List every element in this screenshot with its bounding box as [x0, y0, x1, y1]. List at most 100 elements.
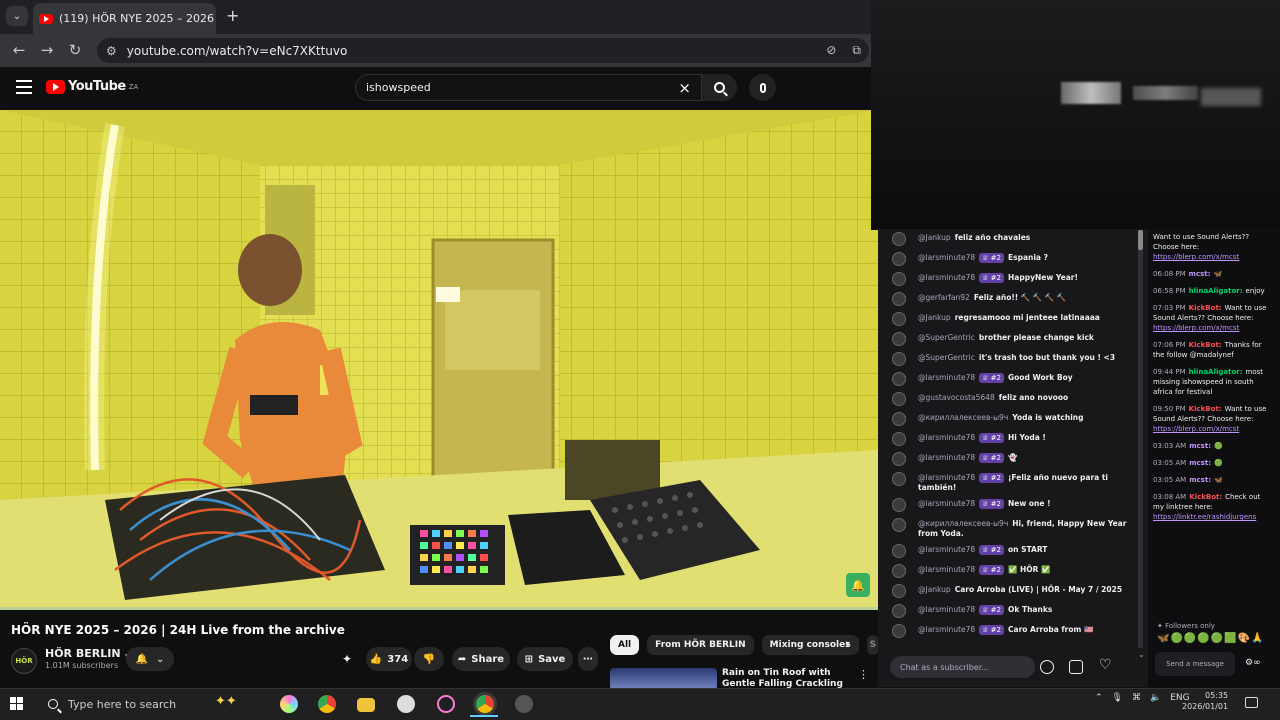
chat-avatar[interactable] [892, 624, 906, 638]
chip-from-channel[interactable]: From HÖR BERLIN [647, 635, 754, 655]
chat-username[interactable]: @Jankup [918, 585, 951, 594]
menu-icon[interactable] [16, 80, 32, 94]
chat-username[interactable]: @larsminute78 [918, 565, 975, 574]
chat-username[interactable]: @larsminute78 [918, 605, 975, 614]
video-player[interactable]: 🔔 [0, 110, 878, 610]
forward-arrow-icon[interactable]: → [37, 41, 57, 59]
like-button[interactable]: 👍 374 [366, 647, 412, 671]
chevron-right-icon[interactable]: › [845, 637, 850, 652]
chat-avatar[interactable] [892, 544, 906, 558]
search-button[interactable] [702, 74, 737, 101]
chat-message[interactable]: @larsminute78 ♕ #2 ✅ HÖR ✅ [878, 562, 1134, 582]
emote-bar[interactable]: 🦋🟢🟢🟢🟢🟩🎨🙏 [1157, 633, 1265, 644]
open-in-window-icon[interactable]: ⧉ [852, 43, 861, 58]
kick-chat-message[interactable]: 07:03 PM KickBot: Want to use Sound Alerts… [1153, 303, 1273, 333]
chat-message[interactable]: @gerfarfan92 Feliz año!! 🔨 🔨 🔨 🔨 [878, 290, 1134, 310]
chat-avatar[interactable] [892, 392, 906, 406]
chat-message[interactable]: @SuperGentric it's trash too but thank yo… [878, 350, 1134, 370]
send-message-input[interactable]: Send a message [1155, 652, 1235, 676]
reload-icon[interactable]: ↻ [65, 41, 85, 59]
kick-username[interactable]: KickBot: [1189, 493, 1222, 501]
chat-avatar[interactable] [892, 432, 906, 446]
dislike-button[interactable]: 👎 [414, 647, 444, 671]
chat-message[interactable]: @кириллалексеев-ы9ч Hi, friend, Happy New… [878, 516, 1134, 542]
emoji-icon[interactable] [1040, 660, 1054, 674]
address-bar[interactable]: ⚙ youtube.com/watch?v=eNc7XKttuvo ⊘ ⧉ [97, 38, 869, 63]
save-button[interactable]: ⊞ Save [517, 647, 573, 671]
more-actions-button[interactable]: ⋯ [578, 647, 598, 671]
kick-username[interactable]: KickBot: [1189, 341, 1222, 349]
kick-chat-message[interactable]: Want to use Sound Alerts?? Choose here: h… [1153, 232, 1273, 262]
recommended-video-thumbnail[interactable] [610, 668, 717, 690]
chat-username[interactable]: @gerfarfan92 [918, 293, 970, 302]
channel-name[interactable]: HÖR BERLIN ✔ [45, 647, 131, 660]
kick-chat-message[interactable]: 03:08 AM KickBot: Check out my linktree he… [1153, 492, 1273, 522]
bell-notification-icon[interactable]: 🔔 [846, 573, 870, 597]
chat-message[interactable]: @larsminute78 ♕ #2 Hi Yoda ! [878, 430, 1134, 450]
kick-chat-list[interactable]: Want to use Sound Alerts?? Choose here: h… [1153, 232, 1273, 622]
scroll-down-icon[interactable]: ⌄ [1138, 650, 1145, 659]
chat-message[interactable]: @larsminute78 ♕ #2 New one ! [878, 496, 1134, 516]
back-arrow-icon[interactable]: ← [9, 41, 29, 59]
chat-avatar[interactable] [892, 564, 906, 578]
chat-message-list[interactable]: @Jankup feliz año chavales @larsminute78 ♕ … [878, 230, 1134, 646]
chat-message[interactable]: @SuperGentric brother please change kick [878, 330, 1134, 350]
chat-scrollbar-thumb[interactable] [1138, 230, 1143, 250]
kick-username[interactable]: hlinaAligator: [1189, 287, 1243, 295]
chat-message[interactable]: @larsminute78 ♕ #2 Ok Thanks [878, 602, 1134, 622]
puzzle-icon[interactable]: ✦ [342, 652, 352, 666]
more-vertical-icon[interactable]: ⋮ [858, 668, 869, 681]
file-explorer-icon[interactable] [357, 698, 375, 712]
kick-chat-message[interactable]: 07:06 PM KickBot: Thanks for the follow @m… [1153, 340, 1273, 360]
taskbar-search-input[interactable]: Type here to search [40, 692, 240, 716]
chat-username[interactable]: @Jankup [918, 313, 951, 322]
kick-username[interactable]: mcst: [1189, 459, 1211, 467]
chat-username[interactable]: @larsminute78 [918, 433, 975, 442]
chat-input[interactable]: Chat as a subscriber... [890, 656, 1035, 678]
chat-avatar[interactable] [892, 292, 906, 306]
chat-username[interactable]: @larsminute78 [918, 625, 975, 634]
kick-chat-message[interactable]: 06:08 PM mcst: 🦋 [1153, 269, 1273, 279]
chat-username[interactable]: @Jankup [918, 233, 951, 242]
kick-chat-message[interactable]: 03:05 AM mcst: 🟢 [1153, 458, 1273, 468]
network-icon[interactable]: ⌘ [1132, 693, 1141, 703]
chat-username[interactable]: @кириллалексеев-ы9ч [918, 413, 1008, 422]
search-input[interactable]: ishowspeed × [355, 74, 702, 101]
chat-message[interactable]: @Jankup feliz año chavales [878, 230, 1134, 250]
chat-username[interactable]: @larsminute78 [918, 453, 975, 462]
chat-message[interactable]: @larsminute78 ♕ #2 Good Work Boy [878, 370, 1134, 390]
chat-username[interactable]: @larsminute78 [918, 499, 975, 508]
kick-username[interactable]: mcst: [1189, 442, 1211, 450]
windows-start-icon[interactable] [10, 697, 23, 710]
kick-username[interactable]: KickBot: [1189, 304, 1222, 312]
chat-scrollbar[interactable] [1138, 230, 1143, 648]
kick-message-link[interactable]: https://blerp.com/x/mcst [1153, 253, 1239, 261]
kick-chat-message[interactable]: 03:05 AM mcst: 🦋 [1153, 475, 1273, 485]
chat-message[interactable]: @larsminute78 ♕ #2 on START [878, 542, 1134, 562]
copilot-icon[interactable] [280, 695, 298, 713]
chat-message[interactable]: @Jankup Caro Arroba (LIVE) | HÖR - May 7 … [878, 582, 1134, 602]
chat-avatar[interactable] [892, 252, 906, 266]
voice-search-button[interactable] [749, 74, 776, 101]
chat-username[interactable]: @larsminute78 [918, 373, 975, 382]
kick-username[interactable]: hlinaAligator: [1189, 368, 1243, 376]
chat-avatar[interactable] [892, 312, 906, 326]
chat-username[interactable]: @SuperGentric [918, 333, 975, 342]
share-button[interactable]: ➦ Share [452, 647, 510, 671]
kick-chat-message[interactable]: 03:03 AM mcst: 🟢 [1153, 441, 1273, 451]
chat-avatar[interactable] [892, 452, 906, 466]
chat-message[interactable]: @larsminute78 ♕ #2 HappyNew Year! [878, 270, 1134, 290]
kick-message-link[interactable]: https://linktr.ee/rashidjurgens [1153, 513, 1256, 521]
chat-avatar[interactable] [892, 332, 906, 346]
chat-avatar[interactable] [892, 604, 906, 618]
chat-username[interactable]: @larsminute78 [918, 253, 975, 262]
chat-avatar[interactable] [892, 584, 906, 598]
chat-avatar[interactable] [892, 498, 906, 512]
settings-icon[interactable]: ⚙∞ [1245, 658, 1261, 668]
chat-message[interactable]: @Jankup regresamooo mi jenteee latinaaaa [878, 310, 1134, 330]
chip-next-partial[interactable]: S [866, 635, 879, 655]
chat-message[interactable]: @larsminute78 ♕ #2 👻 [878, 450, 1134, 470]
kick-message-link[interactable]: https://blerp.com/x/mcst [1153, 425, 1239, 433]
volume-icon[interactable]: 🔈 [1150, 693, 1161, 703]
chat-avatar[interactable] [892, 232, 906, 246]
